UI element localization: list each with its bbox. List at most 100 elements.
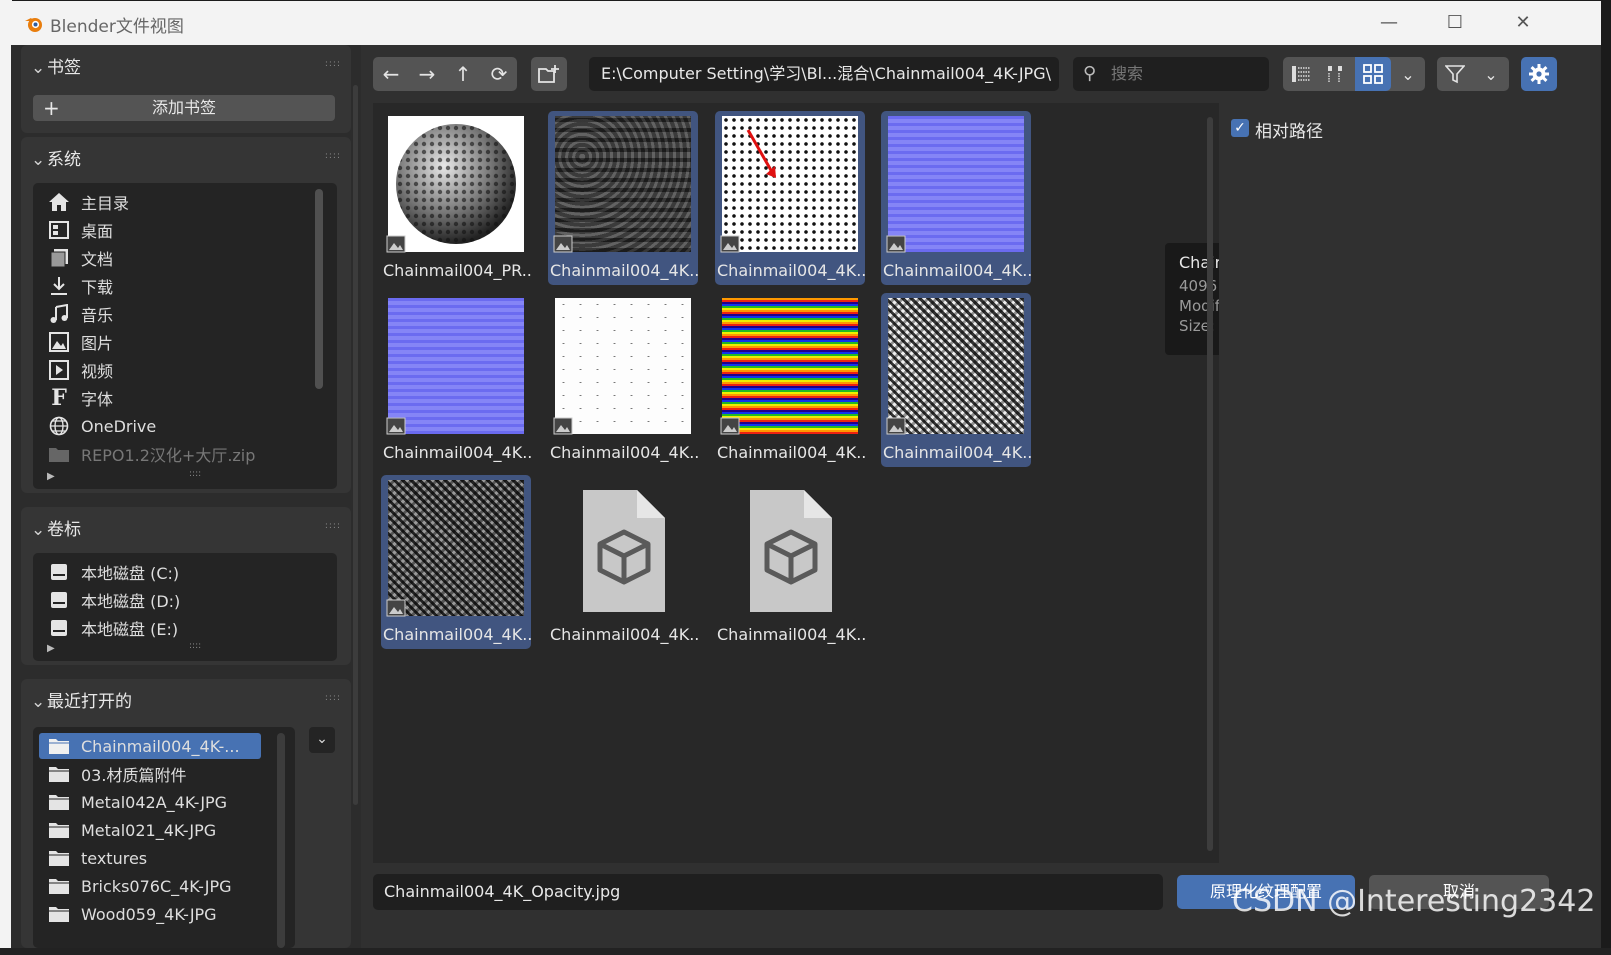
normal-map-image xyxy=(388,298,524,434)
recent-item-label: 03.材质篇附件 xyxy=(81,766,187,785)
image-file-icon xyxy=(553,235,573,253)
system-scrollbar[interactable] xyxy=(315,189,323,389)
drag-grip-icon[interactable]: :::: xyxy=(325,151,341,161)
system-item-downloads[interactable]: 下载 xyxy=(47,273,113,299)
refresh-button[interactable]: ⟳ xyxy=(481,57,517,91)
file-label: Chainmail004_PR... xyxy=(383,261,533,280)
file-thumbnail[interactable]: Chainmail004_4K... xyxy=(548,293,700,467)
recent-item[interactable]: Wood059_4K-JPG xyxy=(47,901,217,927)
expand-arrow-icon[interactable]: ▶ xyxy=(47,643,55,654)
system-title: 系统 xyxy=(47,150,81,170)
file-thumbnail[interactable]: Chainmail004_4K... xyxy=(881,293,1033,467)
image-file-icon xyxy=(720,235,740,253)
system-item-documents[interactable]: 文档 xyxy=(47,245,113,271)
bookmarks-header[interactable]: ⌄ 书签 xyxy=(31,53,81,78)
volume-item-c[interactable]: 本地磁盘 (C:) xyxy=(47,559,179,585)
drag-grip-icon[interactable]: :::: xyxy=(325,521,341,531)
sidebar: ⌄ 书签 :::: + 添加书签 ⌄ 系统 :::: 主目录 桌面 文档 下载 … xyxy=(11,45,361,948)
arrow-left-icon: ← xyxy=(382,62,400,86)
file-label: Chainmail004_4K... xyxy=(717,443,867,462)
thumbnails-button[interactable] xyxy=(1355,57,1391,91)
filter-button[interactable] xyxy=(1437,57,1473,91)
file-label: Chainmail004_4K... xyxy=(383,443,533,462)
recent-title: 最近打开的 xyxy=(47,692,132,712)
toolbar: ← → ↑ ⟳ E:\Computer Setting\学习\Bl...混合\C… xyxy=(373,53,1601,93)
recent-item-label: Metal042A_4K-JPG xyxy=(81,792,228,812)
file-thumbnail[interactable]: Chainmail004_4K... xyxy=(381,293,533,467)
horizontal-list-button[interactable] xyxy=(1319,57,1355,91)
disk-icon xyxy=(47,561,71,583)
close-button[interactable]: ✕ xyxy=(1499,7,1547,39)
expand-arrow-icon[interactable]: ▶ xyxy=(47,471,55,482)
system-item-fonts[interactable]: F 字体 xyxy=(47,385,113,411)
relative-path-checkbox[interactable]: ✓ xyxy=(1231,119,1249,137)
system-item-zip[interactable]: REPO1.2汉化+大厅.zip xyxy=(47,441,255,467)
volumes-header[interactable]: ⌄ 卷标 xyxy=(31,515,81,540)
recent-scrollbar[interactable] xyxy=(277,733,285,948)
file-thumbnail[interactable]: Chainmail004_4K... xyxy=(548,475,700,649)
file-thumbnail[interactable]: Chainmail004_PR... xyxy=(381,111,533,285)
system-item-label: 音乐 xyxy=(81,306,114,325)
recent-item[interactable]: Metal042A_4K-JPG xyxy=(47,789,227,815)
file-thumbnail[interactable]: Chainmail004_4K... xyxy=(715,111,867,285)
recent-item-label: Wood059_4K-JPG xyxy=(81,904,217,924)
display-settings-dropdown[interactable]: ⌄ xyxy=(1391,57,1425,91)
image-file-icon xyxy=(553,417,573,435)
vertical-list-button[interactable] xyxy=(1283,57,1319,91)
system-item-desktop[interactable]: 桌面 xyxy=(47,217,113,243)
minimize-button[interactable]: — xyxy=(1365,7,1413,39)
drag-grip-icon[interactable]: :::: xyxy=(325,693,341,703)
system-item-onedrive[interactable]: OneDrive xyxy=(47,413,156,439)
system-item-label: 文档 xyxy=(81,250,114,269)
back-button[interactable]: ← xyxy=(373,57,409,91)
filter-dropdown[interactable]: ⌄ xyxy=(1473,57,1509,91)
maximize-button[interactable]: ☐ xyxy=(1431,7,1479,39)
file-thumbnail[interactable]: Chainmail004_4K... xyxy=(381,475,533,649)
new-folder-icon xyxy=(531,57,567,91)
filename-field[interactable]: Chainmail004_4K_Opacity.jpg xyxy=(373,874,1163,910)
drag-grip-icon[interactable]: :::: xyxy=(325,59,341,69)
file-thumbnail[interactable]: Chainmail004_4K... xyxy=(548,111,700,285)
folder-icon xyxy=(47,763,71,785)
recent-item[interactable]: Bricks076C_4K-JPG xyxy=(47,873,232,899)
sphere-preview-image xyxy=(388,116,524,252)
volume-item-e[interactable]: 本地磁盘 (E:) xyxy=(47,615,178,641)
volumes-title: 卷标 xyxy=(47,520,81,540)
vertical-list-icon xyxy=(1292,66,1310,82)
settings-button[interactable] xyxy=(1521,57,1557,91)
recent-dropdown-button[interactable]: ⌄ xyxy=(309,727,335,753)
system-item-home[interactable]: 主目录 xyxy=(47,189,129,215)
recent-item[interactable]: Chainmail004_4K-... xyxy=(47,733,240,759)
recent-header[interactable]: ⌄ 最近打开的 xyxy=(31,687,132,712)
desktop-icon xyxy=(47,219,71,241)
system-item-videos[interactable]: 视频 xyxy=(47,357,113,383)
system-item-pictures[interactable]: 图片 xyxy=(47,329,113,355)
directory-path-field[interactable]: E:\Computer Setting\学习\Bl...混合\Chainmail… xyxy=(589,57,1059,91)
search-field[interactable]: ⚲ 搜索 xyxy=(1073,57,1269,91)
resize-grip-icon[interactable]: :::: xyxy=(189,469,201,479)
file-thumbnail[interactable]: Chainmail004_4K... xyxy=(715,293,867,467)
file-thumbnail[interactable]: Chainmail004_4K... xyxy=(881,111,1033,285)
file-label: Chainmail004_4K... xyxy=(883,261,1033,280)
recent-item[interactable]: Metal021_4K-JPG xyxy=(47,817,216,843)
arrow-up-icon: ↑ xyxy=(454,62,472,86)
id-map-image xyxy=(722,298,858,434)
add-bookmark-button[interactable]: + 添加书签 xyxy=(33,95,335,121)
sidebar-scrollbar[interactable] xyxy=(353,85,358,805)
file-thumbnail[interactable]: Chainmail004_4K... xyxy=(715,475,867,649)
recent-item-label: Bricks076C_4K-JPG xyxy=(81,876,232,896)
system-item-music[interactable]: 音乐 xyxy=(47,301,113,327)
system-header[interactable]: ⌄ 系统 xyxy=(31,145,81,170)
image-file-icon xyxy=(386,599,406,617)
video-icon xyxy=(47,359,71,381)
file-grid-scrollbar[interactable] xyxy=(1207,117,1213,851)
resize-grip-icon[interactable]: :::: xyxy=(189,641,201,651)
forward-button[interactable]: → xyxy=(409,57,445,91)
new-folder-button[interactable] xyxy=(531,57,567,91)
music-icon xyxy=(47,303,71,325)
volume-item-d[interactable]: 本地磁盘 (D:) xyxy=(47,587,180,613)
parent-directory-button[interactable]: ↑ xyxy=(445,57,481,91)
chevron-down-icon: ⌄ xyxy=(31,58,46,78)
recent-item[interactable]: 03.材质篇附件 xyxy=(47,761,186,787)
recent-item[interactable]: textures xyxy=(47,845,147,871)
